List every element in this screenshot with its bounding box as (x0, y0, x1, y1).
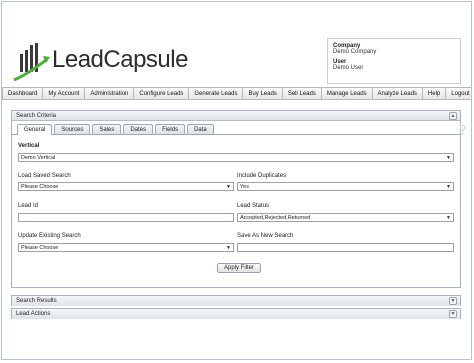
search-criteria-header[interactable]: Search Criteria ▲ (12, 111, 460, 121)
search-results-header[interactable]: Search Results ▼ (12, 296, 460, 306)
company-value: Demo Company (333, 49, 377, 55)
include-duplicates-value: Yes (240, 183, 249, 190)
nav-analyze-leads[interactable]: Analyze Leads (373, 88, 423, 99)
lead-status-label: Lead Status (237, 203, 270, 209)
vertical-label: Vertical (18, 143, 40, 149)
chevron-down-icon[interactable]: ▼ (449, 310, 457, 318)
chevron-down-icon[interactable]: ▼ (449, 297, 457, 305)
chevron-up-icon[interactable]: ▲ (449, 112, 457, 120)
main-nav: Dashboard My Account Administration Conf… (2, 87, 471, 100)
tab-dates[interactable]: Dates (123, 124, 154, 134)
search-criteria-title: Search Criteria (16, 112, 57, 119)
save-as-new-search-label: Save As New Search (237, 233, 294, 239)
help-icon[interactable]: ❔ (457, 124, 469, 136)
tab-sales[interactable]: Sales (92, 124, 122, 134)
dropdown-arrow-icon: ▼ (226, 245, 231, 251)
dropdown-arrow-icon: ▼ (226, 184, 231, 190)
lead-id-label: Lead Id (18, 203, 39, 209)
logo-capsule-text: Capsule (103, 46, 188, 73)
load-saved-search-value: Please Choose (21, 183, 59, 190)
update-existing-search-select[interactable]: Please Choose ▼ (18, 243, 234, 252)
lead-actions-title: Lead Actions (16, 311, 51, 317)
update-existing-search-value: Please Choose (21, 244, 59, 251)
nav-help[interactable]: Help (423, 88, 447, 99)
lead-actions-header[interactable]: Lead Actions ▼ (12, 309, 460, 319)
search-results-title: Search Results (16, 298, 57, 304)
lead-actions-panel: Lead Actions ▼ (11, 308, 461, 319)
lead-status-select[interactable]: Accepted,Rejected,Returned ▼ (237, 213, 454, 222)
user-value: Demo User (333, 65, 364, 71)
tab-sources[interactable]: Sources (54, 124, 91, 134)
search-results-panel: Search Results ▼ (11, 295, 461, 306)
load-saved-search-label: Load Saved Search (18, 173, 71, 179)
load-saved-search-select[interactable]: Please Choose ▼ (18, 182, 234, 191)
criteria-tabs: General Sources Sales Dates Fields Data (12, 123, 460, 135)
dropdown-arrow-icon: ▼ (446, 184, 451, 190)
nav-sell-leads[interactable]: Sell Leads (283, 88, 322, 99)
nav-buy-leads[interactable]: Buy Leads (243, 88, 283, 99)
lead-status-value: Accepted,Rejected,Returned (240, 214, 311, 221)
nav-manage-leads[interactable]: Manage Leads (322, 88, 373, 99)
nav-administration[interactable]: Administration (85, 88, 135, 99)
general-form: Vertical Demo Vertical ▼ Load Saved Sear… (12, 135, 460, 285)
logo-wordmark: LeadCapsule (52, 46, 188, 74)
vertical-select[interactable]: Demo Vertical ▼ (18, 153, 454, 162)
search-criteria-panel: Search Criteria ▲ General Sources Sales … (11, 110, 461, 288)
dropdown-arrow-icon: ▼ (446, 155, 451, 161)
save-as-new-search-input[interactable] (237, 243, 454, 252)
account-info-box: Company Demo Company User Demo User (327, 38, 461, 84)
nav-configure-leads[interactable]: Configure Leads (134, 88, 190, 99)
nav-generate-leads[interactable]: Generate Leads (189, 88, 244, 99)
nav-logout[interactable]: Logout (446, 88, 474, 99)
include-duplicates-label: Include Duplicates (237, 173, 287, 179)
logo-bars-icon (13, 43, 50, 82)
update-existing-search-label: Update Existing Search (18, 233, 81, 239)
dropdown-arrow-icon: ▼ (446, 215, 451, 221)
leadcapsule-logo: LeadCapsule (12, 40, 202, 82)
nav-dashboard[interactable]: Dashboard (2, 88, 44, 99)
logo-lead-text: Lead (52, 46, 104, 73)
tab-data[interactable]: Data (187, 124, 214, 134)
include-duplicates-select[interactable]: Yes ▼ (237, 182, 454, 191)
vertical-value: Demo Vertical (21, 154, 56, 161)
tab-general[interactable]: General (17, 124, 53, 135)
lead-id-input[interactable] (18, 213, 234, 222)
nav-my-account[interactable]: My Account (43, 88, 86, 99)
tab-fields[interactable]: Fields (155, 124, 186, 134)
apply-filter-button[interactable]: Apply Filter (217, 263, 262, 273)
